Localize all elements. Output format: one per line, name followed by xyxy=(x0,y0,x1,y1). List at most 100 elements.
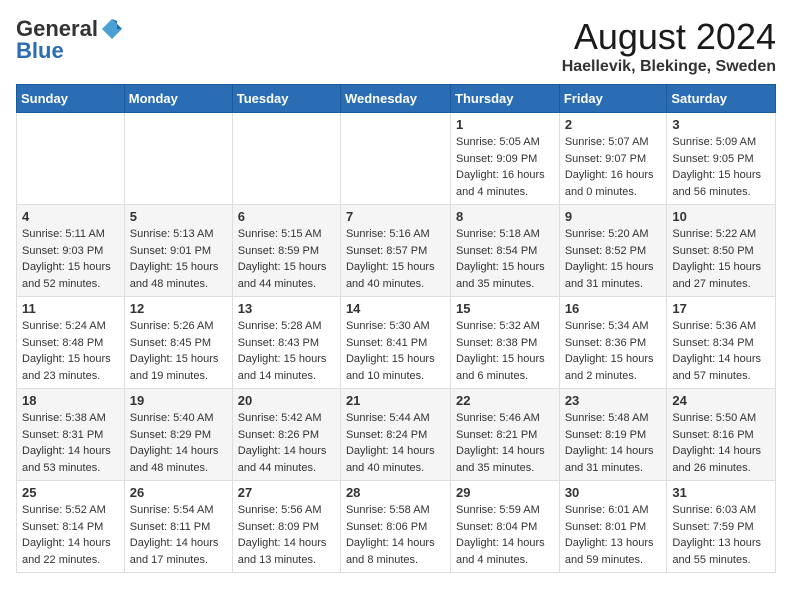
calendar-cell: 3 Sunrise: 5:09 AM Sunset: 9:05 PM Daylig… xyxy=(667,113,776,205)
day-info: Sunrise: 5:46 AM Sunset: 8:21 PM Dayligh… xyxy=(456,410,554,476)
calendar-cell: 20 Sunrise: 5:42 AM Sunset: 8:26 PM Dayli… xyxy=(232,389,340,481)
day-number: 18 xyxy=(22,393,119,408)
calendar-cell: 21 Sunrise: 5:44 AM Sunset: 8:24 PM Dayli… xyxy=(340,389,450,481)
day-number: 20 xyxy=(238,393,335,408)
weekday-header: Tuesday xyxy=(232,85,340,113)
day-info: Sunrise: 5:16 AM Sunset: 8:57 PM Dayligh… xyxy=(346,226,445,292)
day-info: Sunrise: 5:11 AM Sunset: 9:03 PM Dayligh… xyxy=(22,226,119,292)
logo-blue-text: Blue xyxy=(16,38,64,64)
weekday-header: Saturday xyxy=(667,85,776,113)
day-number: 21 xyxy=(346,393,445,408)
day-number: 17 xyxy=(672,301,770,316)
page-header: General Blue August 2024 Haellevik, Blek… xyxy=(16,16,776,76)
calendar-cell: 28 Sunrise: 5:58 AM Sunset: 8:06 PM Dayli… xyxy=(340,481,450,573)
calendar-cell xyxy=(17,113,125,205)
day-info: Sunrise: 5:36 AM Sunset: 8:34 PM Dayligh… xyxy=(672,318,770,384)
day-number: 10 xyxy=(672,209,770,224)
calendar-cell: 18 Sunrise: 5:38 AM Sunset: 8:31 PM Dayli… xyxy=(17,389,125,481)
day-number: 7 xyxy=(346,209,445,224)
day-info: Sunrise: 5:54 AM Sunset: 8:11 PM Dayligh… xyxy=(130,502,227,568)
day-number: 25 xyxy=(22,485,119,500)
calendar-cell: 17 Sunrise: 5:36 AM Sunset: 8:34 PM Dayli… xyxy=(667,297,776,389)
logo: General Blue xyxy=(16,16,123,64)
day-number: 26 xyxy=(130,485,227,500)
day-number: 19 xyxy=(130,393,227,408)
calendar-cell: 16 Sunrise: 5:34 AM Sunset: 8:36 PM Dayli… xyxy=(559,297,667,389)
day-info: Sunrise: 5:56 AM Sunset: 8:09 PM Dayligh… xyxy=(238,502,335,568)
weekday-header: Friday xyxy=(559,85,667,113)
day-number: 4 xyxy=(22,209,119,224)
day-number: 9 xyxy=(565,209,662,224)
day-number: 31 xyxy=(672,485,770,500)
day-info: Sunrise: 5:15 AM Sunset: 8:59 PM Dayligh… xyxy=(238,226,335,292)
logo-icon xyxy=(101,18,123,40)
day-number: 24 xyxy=(672,393,770,408)
day-number: 11 xyxy=(22,301,119,316)
day-info: Sunrise: 5:26 AM Sunset: 8:45 PM Dayligh… xyxy=(130,318,227,384)
day-info: Sunrise: 5:13 AM Sunset: 9:01 PM Dayligh… xyxy=(130,226,227,292)
title-section: August 2024 Haellevik, Blekinge, Sweden xyxy=(562,16,776,76)
day-info: Sunrise: 5:42 AM Sunset: 8:26 PM Dayligh… xyxy=(238,410,335,476)
day-number: 16 xyxy=(565,301,662,316)
day-info: Sunrise: 5:32 AM Sunset: 8:38 PM Dayligh… xyxy=(456,318,554,384)
calendar-cell: 5 Sunrise: 5:13 AM Sunset: 9:01 PM Daylig… xyxy=(124,205,232,297)
day-info: Sunrise: 5:28 AM Sunset: 8:43 PM Dayligh… xyxy=(238,318,335,384)
calendar-cell: 30 Sunrise: 6:01 AM Sunset: 8:01 PM Dayli… xyxy=(559,481,667,573)
calendar-table: SundayMondayTuesdayWednesdayThursdayFrid… xyxy=(16,84,776,573)
location-subtitle: Haellevik, Blekinge, Sweden xyxy=(562,58,776,76)
day-info: Sunrise: 5:07 AM Sunset: 9:07 PM Dayligh… xyxy=(565,134,662,200)
calendar-cell: 6 Sunrise: 5:15 AM Sunset: 8:59 PM Daylig… xyxy=(232,205,340,297)
day-info: Sunrise: 5:18 AM Sunset: 8:54 PM Dayligh… xyxy=(456,226,554,292)
day-number: 30 xyxy=(565,485,662,500)
day-number: 5 xyxy=(130,209,227,224)
day-number: 1 xyxy=(456,117,554,132)
weekday-header: Monday xyxy=(124,85,232,113)
day-info: Sunrise: 5:44 AM Sunset: 8:24 PM Dayligh… xyxy=(346,410,445,476)
calendar-cell: 27Sunrise: 5:56 AM Sunset: 8:09 PM Dayli… xyxy=(232,481,340,573)
calendar-week-row: 25 Sunrise: 5:52 AM Sunset: 8:14 PM Dayli… xyxy=(17,481,776,573)
calendar-cell: 23 Sunrise: 5:48 AM Sunset: 8:19 PM Dayli… xyxy=(559,389,667,481)
calendar-cell: 19Sunrise: 5:40 AM Sunset: 8:29 PM Dayli… xyxy=(124,389,232,481)
day-number: 2 xyxy=(565,117,662,132)
calendar-cell: 12 Sunrise: 5:26 AM Sunset: 8:45 PM Dayli… xyxy=(124,297,232,389)
month-year-title: August 2024 xyxy=(562,16,776,58)
calendar-cell: 15Sunrise: 5:32 AM Sunset: 8:38 PM Dayli… xyxy=(451,297,560,389)
day-info: Sunrise: 5:20 AM Sunset: 8:52 PM Dayligh… xyxy=(565,226,662,292)
calendar-cell xyxy=(340,113,450,205)
calendar-week-row: 11Sunrise: 5:24 AM Sunset: 8:48 PM Dayli… xyxy=(17,297,776,389)
day-info: Sunrise: 5:58 AM Sunset: 8:06 PM Dayligh… xyxy=(346,502,445,568)
calendar-cell: 10 Sunrise: 5:22 AM Sunset: 8:50 PM Dayli… xyxy=(667,205,776,297)
calendar-week-row: 4 Sunrise: 5:11 AM Sunset: 9:03 PM Daylig… xyxy=(17,205,776,297)
calendar-cell: 31 Sunrise: 6:03 AM Sunset: 7:59 PM Dayli… xyxy=(667,481,776,573)
calendar-cell: 4 Sunrise: 5:11 AM Sunset: 9:03 PM Daylig… xyxy=(17,205,125,297)
day-number: 12 xyxy=(130,301,227,316)
day-number: 28 xyxy=(346,485,445,500)
day-info: Sunrise: 6:01 AM Sunset: 8:01 PM Dayligh… xyxy=(565,502,662,568)
day-info: Sunrise: 5:22 AM Sunset: 8:50 PM Dayligh… xyxy=(672,226,770,292)
calendar-cell: 13 Sunrise: 5:28 AM Sunset: 8:43 PM Dayli… xyxy=(232,297,340,389)
calendar-cell: 9 Sunrise: 5:20 AM Sunset: 8:52 PM Daylig… xyxy=(559,205,667,297)
day-number: 8 xyxy=(456,209,554,224)
day-info: Sunrise: 6:03 AM Sunset: 7:59 PM Dayligh… xyxy=(672,502,770,568)
weekday-header: Thursday xyxy=(451,85,560,113)
day-number: 22 xyxy=(456,393,554,408)
day-info: Sunrise: 5:34 AM Sunset: 8:36 PM Dayligh… xyxy=(565,318,662,384)
weekday-header: Sunday xyxy=(17,85,125,113)
day-info: Sunrise: 5:59 AM Sunset: 8:04 PM Dayligh… xyxy=(456,502,554,568)
day-number: 3 xyxy=(672,117,770,132)
calendar-cell: 29Sunrise: 5:59 AM Sunset: 8:04 PM Dayli… xyxy=(451,481,560,573)
day-number: 14 xyxy=(346,301,445,316)
day-number: 6 xyxy=(238,209,335,224)
day-info: Sunrise: 5:50 AM Sunset: 8:16 PM Dayligh… xyxy=(672,410,770,476)
calendar-cell: 26 Sunrise: 5:54 AM Sunset: 8:11 PM Dayli… xyxy=(124,481,232,573)
calendar-cell xyxy=(124,113,232,205)
day-info: Sunrise: 5:38 AM Sunset: 8:31 PM Dayligh… xyxy=(22,410,119,476)
day-info: Sunrise: 5:30 AM Sunset: 8:41 PM Dayligh… xyxy=(346,318,445,384)
calendar-cell: 14 Sunrise: 5:30 AM Sunset: 8:41 PM Dayli… xyxy=(340,297,450,389)
day-number: 13 xyxy=(238,301,335,316)
day-number: 23 xyxy=(565,393,662,408)
calendar-week-row: 18 Sunrise: 5:38 AM Sunset: 8:31 PM Dayli… xyxy=(17,389,776,481)
day-info: Sunrise: 5:09 AM Sunset: 9:05 PM Dayligh… xyxy=(672,134,770,200)
day-info: Sunrise: 5:48 AM Sunset: 8:19 PM Dayligh… xyxy=(565,410,662,476)
day-info: Sunrise: 5:52 AM Sunset: 8:14 PM Dayligh… xyxy=(22,502,119,568)
